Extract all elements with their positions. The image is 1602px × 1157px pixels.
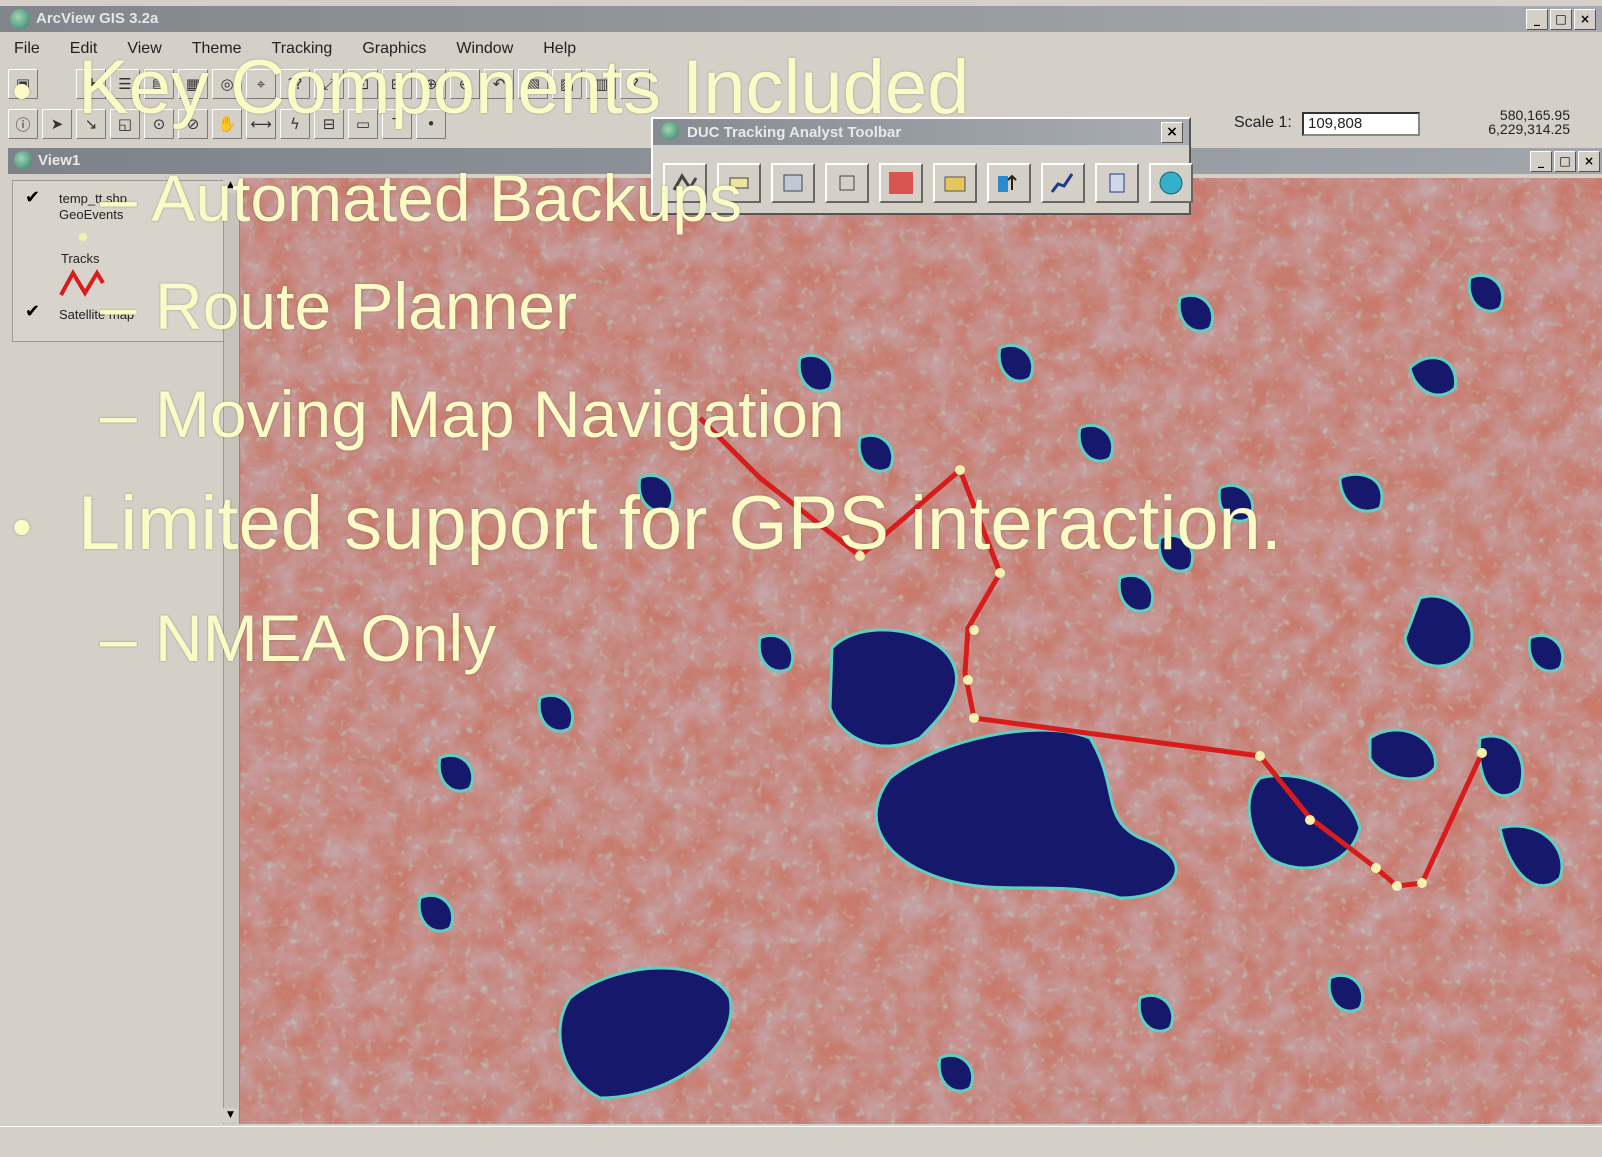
view-title: View1 (38, 152, 81, 169)
minimize-button[interactable]: _ (1526, 9, 1548, 30)
save-project-icon[interactable]: ▣ (8, 69, 38, 99)
route-planner-icon[interactable] (1041, 163, 1085, 203)
slide-item-moving-map: – Moving Map Navigation (100, 377, 845, 451)
pointer-icon[interactable]: ➤ (42, 109, 72, 139)
slide-item-route-planner: – Route Planner (100, 269, 577, 343)
replay-icon[interactable] (771, 163, 815, 203)
scale-input[interactable]: 109,808 (1302, 112, 1420, 136)
slide-heading-key-components: Key Components Included (78, 45, 970, 130)
blank-tool-icon[interactable] (825, 163, 869, 203)
view-maximize-button[interactable]: □ (1554, 151, 1576, 172)
x-coordinate: 580,165.95 (1499, 107, 1570, 123)
backup-icon[interactable] (1095, 163, 1139, 203)
app-title: ArcView GIS 3.2a (36, 10, 159, 27)
slide-item-automated-backups: – Automated Backups (100, 161, 743, 235)
record-icon[interactable] (879, 163, 923, 203)
gps-upload-icon[interactable] (987, 163, 1031, 203)
event-point-symbol (79, 233, 87, 241)
layer1-legend-label: Tracks (61, 251, 100, 266)
app-title-bar: ArcView GIS 3.2a _ □ × (0, 6, 1602, 32)
view-minimize-button[interactable]: _ (1530, 151, 1552, 172)
globe-icon (10, 9, 30, 29)
identify-icon[interactable]: ⓘ (8, 109, 38, 139)
menu-file[interactable]: File (10, 38, 44, 62)
folder-icon[interactable] (933, 163, 977, 203)
scroll-down-icon[interactable]: ▼ (223, 1108, 238, 1123)
close-button[interactable]: × (1574, 9, 1596, 30)
slide-heading-gps-support: Limited support for GPS interaction. (78, 481, 1282, 566)
y-coordinate: 6,229,314.25 (1488, 121, 1570, 137)
layer2-checkbox[interactable]: ✔ (25, 301, 40, 322)
status-bar (0, 1126, 1602, 1157)
view-close-button[interactable]: × (1578, 151, 1600, 172)
moving-map-globe-icon[interactable] (1149, 163, 1193, 203)
slide-item-nmea-only: – NMEA Only (100, 601, 497, 675)
floating-toolbar-close-button[interactable]: × (1161, 122, 1183, 143)
layer1-checkbox[interactable]: ✔ (25, 187, 40, 208)
view-icon (14, 151, 32, 169)
maximize-button[interactable]: □ (1550, 9, 1572, 30)
scale-label: Scale 1: (1234, 114, 1292, 131)
coordinate-readout: 580,165.95 6,229,314.25 (1460, 108, 1570, 136)
